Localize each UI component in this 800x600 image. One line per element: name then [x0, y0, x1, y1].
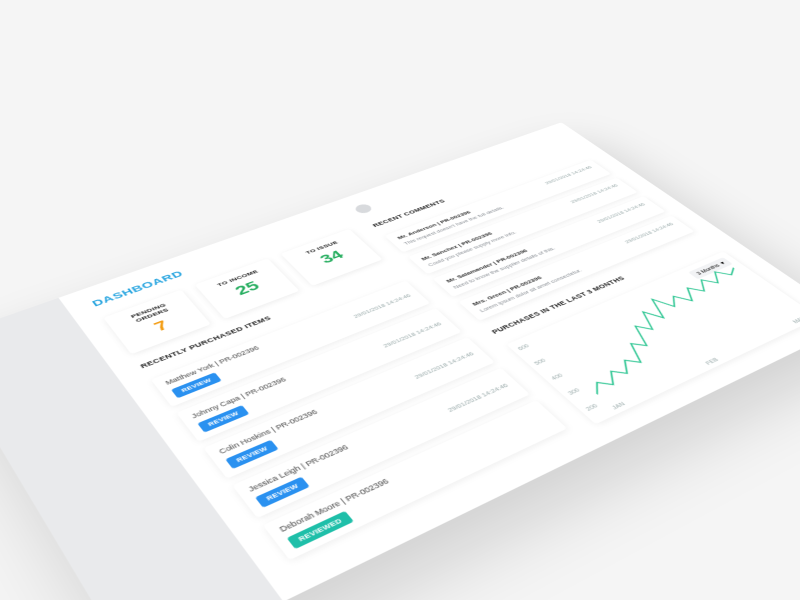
stat-value: 34: [300, 242, 363, 272]
x-tick: JAN: [611, 402, 627, 411]
avatar[interactable]: [353, 203, 375, 215]
x-tick: MAR: [792, 316, 800, 325]
scene: DASHBOARD PENDING ORDERS 7 TO INCOME 25 …: [0, 0, 800, 600]
purchase-time: 29/01/2018 14:24:46: [352, 293, 412, 319]
purchase-time: 29/01/2018 14:24:46: [413, 351, 476, 381]
app-window: DASHBOARD PENDING ORDERS 7 TO INCOME 25 …: [0, 122, 800, 600]
y-tick: 400: [550, 373, 564, 381]
purchase-time: 29/01/2018 14:24:46: [381, 321, 443, 349]
y-tick: 600: [517, 344, 531, 352]
y-tick: 300: [567, 388, 581, 396]
y-tick: 500: [533, 358, 547, 366]
x-tick: FEB: [705, 357, 720, 366]
purchase-time: 29/01/2018 14:24:46: [446, 382, 510, 413]
y-tick: 200: [585, 404, 599, 413]
